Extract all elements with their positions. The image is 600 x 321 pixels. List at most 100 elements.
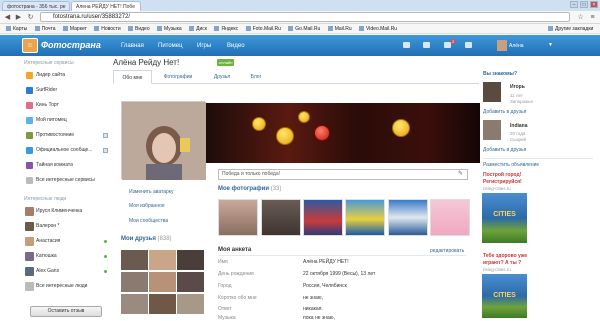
back-icon[interactable]: ◀: [3, 13, 12, 22]
star-icon[interactable]: ☆: [576, 13, 585, 22]
service-item-official[interactable]: Официальное сообще...: [22, 143, 110, 158]
logo-icon[interactable]: ☺: [22, 38, 38, 53]
address-bar[interactable]: fotostrana.ru/user/35883272/: [40, 12, 570, 22]
chevron-down-icon[interactable]: ▼: [548, 42, 553, 48]
suggest-name[interactable]: Игорь: [510, 84, 525, 90]
photo-thumbnail[interactable]: [218, 199, 258, 236]
tab-friends[interactable]: Друзья: [204, 70, 240, 84]
browser-tab[interactable]: фотострана - 356 тыс. ре: [2, 1, 70, 11]
add-friend-link[interactable]: Добавить в друзья: [483, 109, 526, 115]
communities-link[interactable]: Мои сообщества: [129, 218, 168, 224]
mail-icon[interactable]: [403, 42, 410, 48]
bookmark-item[interactable]: Mail.Ru: [328, 24, 352, 34]
service-item-leader[interactable]: Лидер сайта: [22, 68, 110, 83]
friend-avatar[interactable]: [177, 250, 204, 270]
ad-subtitle[interactable]: играют? А ты ?: [483, 260, 521, 266]
person-item[interactable]: Катюшка: [22, 249, 110, 264]
ad-title[interactable]: Тебе здорово уже: [483, 253, 527, 259]
friends-icon[interactable]: [423, 42, 430, 48]
pencil-icon[interactable]: ✎: [458, 171, 463, 178]
tab-photos[interactable]: Фотографии: [153, 70, 203, 84]
bookmark-item[interactable]: Музыка: [157, 24, 182, 34]
service-item-all[interactable]: Все интересные сервисы: [22, 173, 110, 188]
question-label: Город: [218, 283, 232, 289]
add-friend-link[interactable]: Добавить в друзья: [483, 147, 526, 153]
bookmark-item[interactable]: Видео: [128, 24, 150, 34]
photo-icon[interactable]: [444, 42, 451, 48]
nav-video[interactable]: Видео: [227, 43, 245, 49]
status-input[interactable]: Победа и только победа! ✎: [218, 169, 468, 180]
tab-about[interactable]: Обо мне: [113, 70, 152, 84]
ad-image[interactable]: CITIES: [482, 193, 527, 243]
events-icon[interactable]: [465, 42, 472, 48]
user-name[interactable]: Алёна: [509, 43, 524, 49]
nav-home[interactable]: Главная: [121, 43, 144, 49]
nav-games[interactable]: Игры: [197, 43, 211, 49]
reload-icon[interactable]: ↻: [26, 13, 35, 22]
photo-thumbnail[interactable]: [388, 199, 428, 236]
bookmark-item[interactable]: Go.Mail.Ru: [288, 24, 320, 34]
bookmark-item[interactable]: Маркет: [63, 24, 87, 34]
service-item-secret[interactable]: Тайная комната: [22, 158, 110, 173]
friend-avatar[interactable]: [177, 272, 204, 292]
photos-section-title[interactable]: Мое фотографии (33): [218, 186, 281, 192]
avatar[interactable]: [483, 82, 501, 102]
feedback-button[interactable]: Оставить отзыв: [30, 306, 102, 317]
user-avatar[interactable]: [497, 40, 507, 51]
friend-avatar[interactable]: [149, 250, 176, 270]
friend-avatar[interactable]: [149, 272, 176, 292]
menu-icon[interactable]: ≡: [588, 13, 597, 22]
favorites-link[interactable]: Моя избранное: [129, 203, 165, 209]
friend-avatar[interactable]: [149, 294, 176, 314]
service-item-surfrider[interactable]: SurfRider: [22, 83, 110, 98]
avatar[interactable]: [483, 120, 501, 140]
avatar[interactable]: [121, 101, 206, 180]
avatar: [25, 237, 34, 246]
service-item-cake[interactable]: Кинь Торт: [22, 98, 110, 113]
friend-avatar[interactable]: [177, 294, 204, 314]
people-icon: [25, 282, 34, 291]
service-item-pet[interactable]: Мой питомец: [22, 113, 110, 128]
bookmark-item[interactable]: Диск: [189, 24, 207, 34]
browser-toolbar: ◀ ▶ ↻ fotostrana.ru/user/35883272/ ☆ ≡: [0, 11, 600, 24]
suggest-name[interactable]: Indiana: [510, 123, 528, 129]
forward-icon[interactable]: ▶: [14, 13, 23, 22]
photo-thumbnail[interactable]: [345, 199, 385, 236]
question-label: Музыка: [218, 315, 236, 321]
maximize-icon[interactable]: □: [580, 1, 588, 8]
bookmark-item[interactable]: Foto.Mail.Ru: [246, 24, 281, 34]
person-item[interactable]: Валерон *: [22, 219, 110, 234]
friend-avatar[interactable]: [121, 294, 148, 314]
photo-thumbnail[interactable]: [430, 199, 470, 236]
photo-thumbnail[interactable]: [261, 199, 301, 236]
site-logo[interactable]: Фотострана: [41, 40, 101, 50]
person-item-all[interactable]: Все интересные люди: [22, 279, 110, 294]
bookmark-item[interactable]: Новости: [94, 24, 120, 34]
avatar: [25, 267, 34, 276]
pet-icon: [26, 117, 33, 124]
friends-section-title[interactable]: Мои друзья (838): [121, 236, 172, 242]
minimize-icon[interactable]: –: [570, 1, 578, 8]
photo-thumbnail[interactable]: [303, 199, 343, 236]
bookmark-item[interactable]: Карты: [6, 24, 27, 34]
ad-subtitle[interactable]: Регистрируйся!: [483, 179, 522, 185]
change-avatar-link[interactable]: Изменить аватарку: [129, 189, 174, 195]
edit-link[interactable]: редактировать: [430, 248, 464, 254]
browser-tab-active[interactable]: Алена РЕЙДУ НЕТ! Побе: [71, 1, 141, 11]
person-item[interactable]: Анастасия: [22, 234, 110, 249]
friend-avatar[interactable]: [121, 272, 148, 292]
person-item[interactable]: Ируся Клименченка: [22, 204, 110, 219]
other-bookmarks[interactable]: Другие закладки: [548, 24, 593, 34]
nav-pet[interactable]: Питомец: [158, 43, 183, 49]
person-item[interactable]: Alex Gans: [22, 264, 110, 279]
friend-avatar[interactable]: [121, 250, 148, 270]
ad-title[interactable]: Построй город!: [483, 172, 521, 178]
post-ad-link[interactable]: Разместить объявление: [483, 162, 539, 168]
ad-image[interactable]: CITIES: [482, 274, 527, 318]
service-item-battle[interactable]: Противостояние: [22, 128, 110, 143]
bookmark-item[interactable]: Яндекс: [214, 24, 238, 34]
bookmark-item[interactable]: Video.Mail.Ru: [359, 24, 397, 34]
close-icon[interactable]: ×: [590, 1, 598, 8]
tab-blog[interactable]: Блог: [241, 70, 271, 84]
bookmark-item[interactable]: Почта: [35, 24, 56, 34]
